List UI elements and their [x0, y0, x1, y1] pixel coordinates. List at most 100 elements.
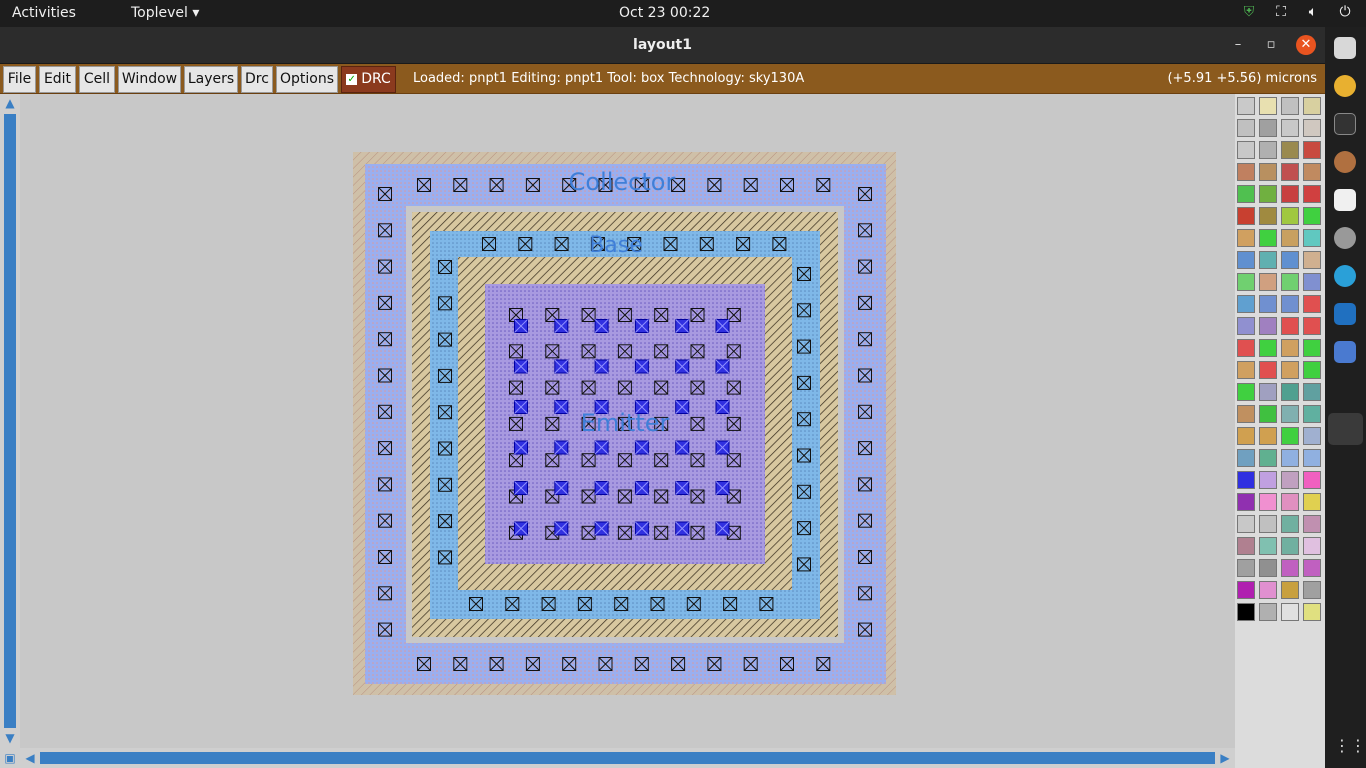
layer-swatch[interactable] [1259, 383, 1277, 401]
screenshot-icon[interactable] [1334, 341, 1356, 363]
layer-swatch[interactable] [1281, 317, 1299, 335]
layer-swatch[interactable] [1281, 383, 1299, 401]
layer-swatch[interactable] [1237, 229, 1255, 247]
scroll-left-icon[interactable]: ◀ [22, 750, 38, 766]
layer-swatch[interactable] [1237, 471, 1255, 489]
layer-swatch[interactable] [1303, 185, 1321, 203]
layer-swatch[interactable] [1303, 603, 1321, 621]
layer-swatch[interactable] [1281, 163, 1299, 181]
layout-area[interactable]: ▲ ▼ ▣ ◀ ▶ Collector Base Emitter [0, 94, 1235, 768]
layer-swatch[interactable] [1259, 251, 1277, 269]
layer-swatch[interactable] [1259, 581, 1277, 599]
layer-swatch[interactable] [1237, 537, 1255, 555]
layer-swatch[interactable] [1259, 97, 1277, 115]
layer-swatch[interactable] [1259, 471, 1277, 489]
layer-swatch[interactable] [1303, 163, 1321, 181]
horizontal-scrollbar[interactable]: ▣ ◀ ▶ [0, 748, 1235, 768]
menu-edit[interactable]: Edit [39, 66, 76, 93]
layer-swatch[interactable] [1303, 427, 1321, 445]
layout-canvas[interactable]: Collector Base Emitter [20, 94, 1235, 748]
layer-swatch[interactable] [1237, 383, 1255, 401]
layer-swatch[interactable] [1303, 339, 1321, 357]
layer-swatch[interactable] [1237, 185, 1255, 203]
zoom-box-icon[interactable]: ▣ [2, 750, 18, 766]
layer-swatch[interactable] [1237, 603, 1255, 621]
checkbox-icon[interactable]: ✓ [346, 73, 358, 85]
scroll-down-icon[interactable]: ▼ [2, 730, 18, 746]
layer-swatch[interactable] [1281, 427, 1299, 445]
window-title-bar[interactable]: layout1 – ▫ ✕ [0, 27, 1325, 64]
layer-swatch[interactable] [1237, 515, 1255, 533]
layer-swatch[interactable] [1259, 229, 1277, 247]
layer-swatch[interactable] [1303, 471, 1321, 489]
layer-swatch[interactable] [1281, 141, 1299, 159]
app-icon[interactable] [1334, 151, 1356, 173]
layer-swatch[interactable] [1303, 97, 1321, 115]
menu-drc[interactable]: Drc [241, 66, 273, 93]
layer-swatch[interactable] [1281, 471, 1299, 489]
layer-swatch[interactable] [1259, 273, 1277, 291]
layer-swatch[interactable] [1237, 273, 1255, 291]
vertical-scroll-thumb[interactable] [4, 114, 16, 728]
layer-swatch[interactable] [1303, 273, 1321, 291]
layer-swatch[interactable] [1281, 559, 1299, 577]
menu-options[interactable]: Options [276, 66, 338, 93]
apps-grid-icon[interactable]: ⋮⋮ [1334, 736, 1366, 758]
layer-swatch[interactable] [1259, 537, 1277, 555]
layer-swatch[interactable] [1303, 515, 1321, 533]
activities-button[interactable]: Activities [12, 5, 76, 21]
layer-swatch[interactable] [1237, 427, 1255, 445]
scroll-right-icon[interactable]: ▶ [1217, 750, 1233, 766]
layer-swatch[interactable] [1281, 229, 1299, 247]
layer-swatch[interactable] [1303, 405, 1321, 423]
layer-swatch[interactable] [1237, 295, 1255, 313]
menu-layers[interactable]: Layers [184, 66, 238, 93]
layer-swatch[interactable] [1281, 185, 1299, 203]
layer-swatch[interactable] [1303, 449, 1321, 467]
layer-swatch[interactable] [1303, 559, 1321, 577]
menu-window[interactable]: Window [118, 66, 181, 93]
layer-swatch[interactable] [1259, 361, 1277, 379]
layer-swatch[interactable] [1281, 405, 1299, 423]
layer-swatch[interactable] [1281, 537, 1299, 555]
layer-swatch[interactable] [1259, 295, 1277, 313]
layer-swatch[interactable] [1237, 405, 1255, 423]
files-icon[interactable] [1334, 37, 1356, 59]
layer-swatch[interactable] [1281, 295, 1299, 313]
layer-swatch[interactable] [1281, 207, 1299, 225]
layer-swatch[interactable] [1303, 141, 1321, 159]
layer-swatch[interactable] [1237, 361, 1255, 379]
close-icon[interactable]: ✕ [1296, 35, 1316, 55]
chrome-icon[interactable] [1334, 75, 1356, 97]
layer-swatch[interactable] [1237, 581, 1255, 599]
layer-swatch[interactable] [1281, 361, 1299, 379]
scroll-up-icon[interactable]: ▲ [2, 95, 18, 111]
telegram-icon[interactable] [1334, 265, 1356, 287]
layer-swatch[interactable] [1303, 581, 1321, 599]
layer-swatch[interactable] [1237, 141, 1255, 159]
menu-cell[interactable]: Cell [79, 66, 115, 93]
layer-swatch[interactable] [1237, 559, 1255, 577]
minimize-icon[interactable]: – [1228, 35, 1248, 55]
layer-swatch[interactable] [1259, 141, 1277, 159]
layer-palette[interactable] [1235, 94, 1325, 768]
terminal-icon[interactable] [1334, 113, 1356, 135]
layer-swatch[interactable] [1303, 251, 1321, 269]
layer-swatch[interactable] [1303, 119, 1321, 137]
layer-swatch[interactable] [1259, 339, 1277, 357]
layer-swatch[interactable] [1259, 449, 1277, 467]
layer-swatch[interactable] [1281, 581, 1299, 599]
layer-swatch[interactable] [1259, 119, 1277, 137]
layer-swatch[interactable] [1303, 229, 1321, 247]
maximize-icon[interactable]: ▫ [1261, 35, 1281, 55]
layer-swatch[interactable] [1281, 493, 1299, 511]
layer-swatch[interactable] [1303, 317, 1321, 335]
layer-swatch[interactable] [1259, 559, 1277, 577]
layer-swatch[interactable] [1237, 163, 1255, 181]
clock[interactable]: Oct 23 00:22 [619, 5, 710, 21]
layer-swatch[interactable] [1303, 361, 1321, 379]
vertical-scrollbar[interactable]: ▲ ▼ [0, 94, 20, 748]
layer-swatch[interactable] [1237, 339, 1255, 357]
layer-swatch[interactable] [1259, 493, 1277, 511]
layer-swatch[interactable] [1237, 251, 1255, 269]
